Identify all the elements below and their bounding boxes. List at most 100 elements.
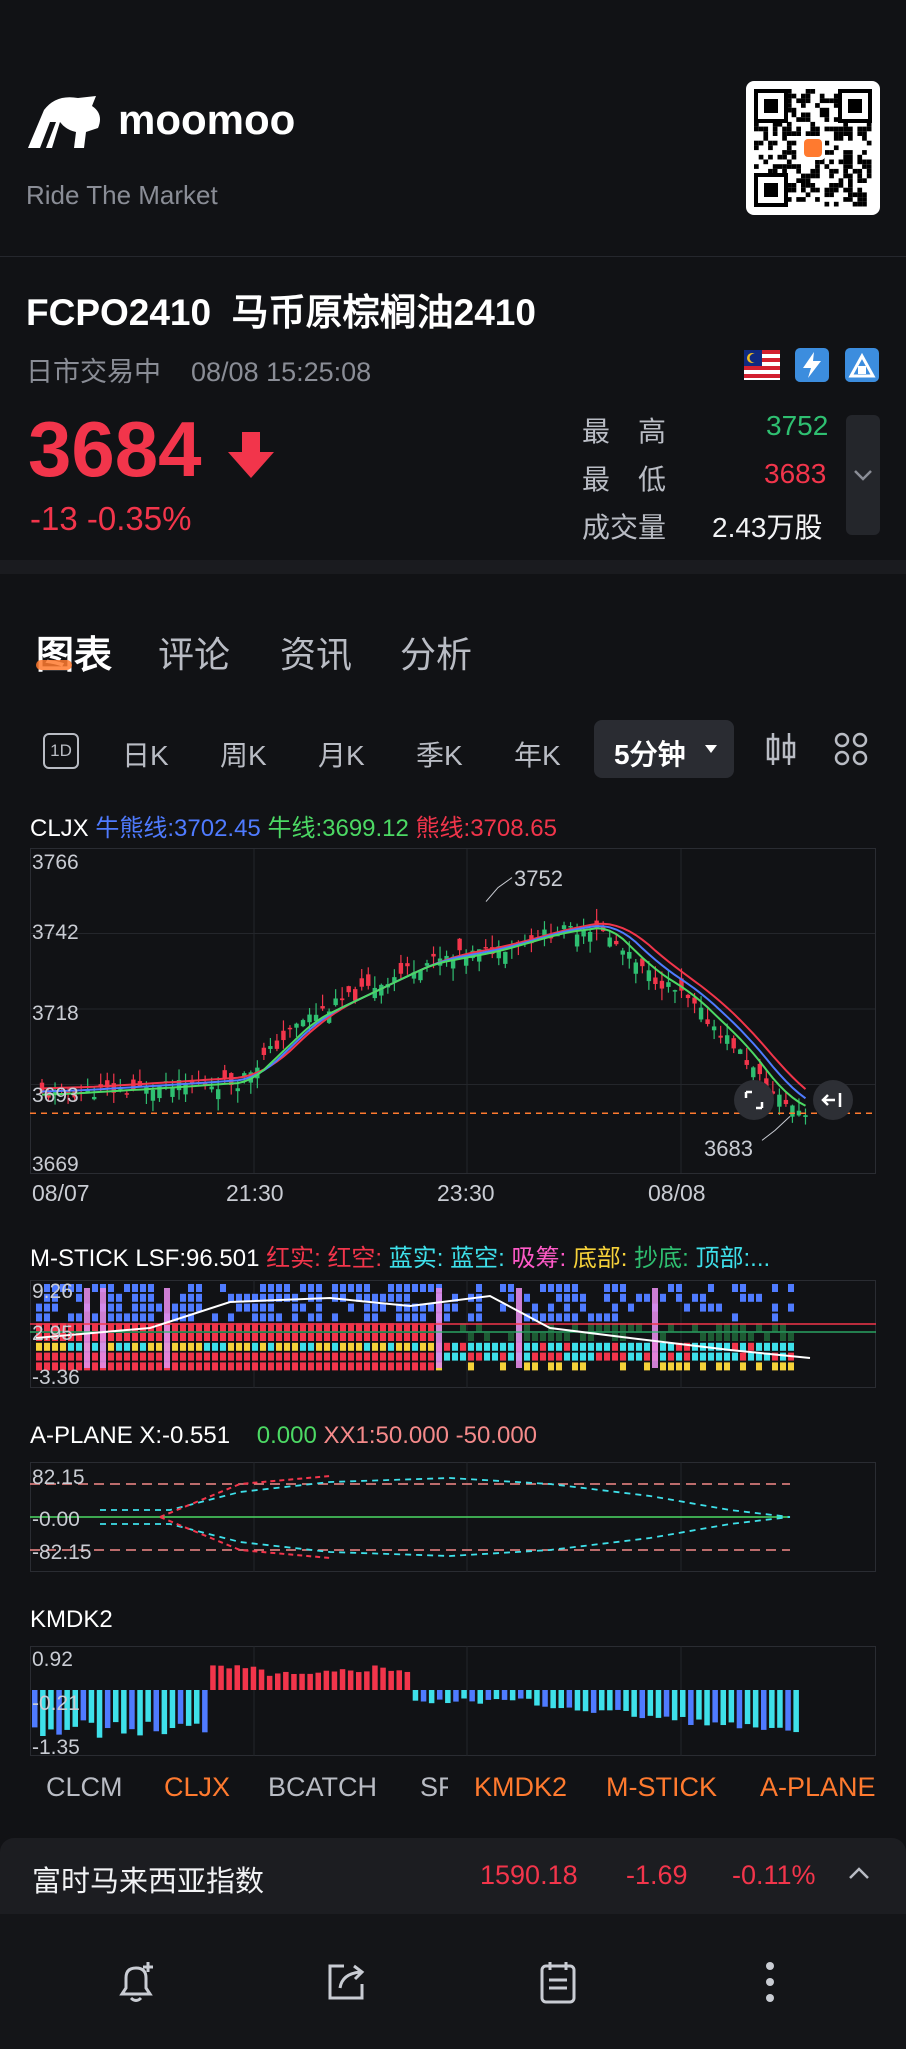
mstick-cell [140, 1284, 146, 1292]
kmdk-bar [380, 1667, 386, 1690]
qr-module [848, 173, 853, 179]
qr-module [791, 183, 797, 188]
mstick-label-top: 顶部:... [695, 1245, 771, 1272]
mstick-cell [348, 1284, 354, 1292]
price-alert-icon[interactable] [112, 1958, 160, 2006]
mstick-cell [620, 1293, 626, 1302]
indicator-clcm[interactable]: CLCM [46, 1772, 123, 1803]
qr-module [786, 131, 792, 136]
kmdk-bar [720, 1690, 726, 1726]
qr-module [819, 159, 825, 165]
kmdk-bar [550, 1690, 556, 1709]
qr-code[interactable] [746, 81, 880, 215]
mstick-cell [668, 1362, 674, 1371]
tab-analysis[interactable]: 分析 [400, 626, 472, 678]
mstick-cell [244, 1362, 250, 1371]
mstick-cell [252, 1333, 258, 1341]
cljx-legend-bear: 熊线:3708.65 [415, 815, 557, 842]
last-price: 3684 [28, 405, 202, 493]
expand-quote-button[interactable] [846, 415, 880, 535]
qr-module [810, 89, 816, 94]
mstick-cell [260, 1352, 266, 1361]
qr-module [843, 131, 848, 136]
kmdk-bar [356, 1672, 362, 1690]
period-dropdown[interactable]: 5分钟 [594, 720, 734, 778]
mstick-y-bottom: -3.36 [32, 1366, 80, 1389]
mstick-cell [148, 1333, 154, 1341]
aplane-chart[interactable] [30, 1462, 876, 1572]
bottom-toolbar [0, 1914, 906, 2049]
back-to-latest-button[interactable] [813, 1080, 853, 1120]
mstick-cell [572, 1362, 578, 1371]
more-options-icon[interactable] [752, 1958, 788, 2006]
mstick-cell [196, 1362, 202, 1371]
level2-icon[interactable] [845, 348, 879, 382]
mstick-cell [356, 1362, 362, 1371]
indicator-kmdk2[interactable]: KMDK2 [474, 1772, 567, 1803]
candle-body [307, 1014, 312, 1023]
mstick-chart[interactable] [30, 1280, 876, 1388]
tab-comments[interactable]: 评论 [158, 626, 230, 678]
candle-body [150, 1089, 156, 1101]
candle-body [705, 1019, 710, 1025]
qr-module [791, 107, 797, 113]
mstick-cell [156, 1342, 162, 1351]
mstick-cell [508, 1342, 514, 1351]
crosshair-icon[interactable] [734, 1080, 774, 1120]
qr-module [763, 136, 769, 141]
mstick-cell [508, 1293, 514, 1302]
indicator-mstick[interactable]: M-STICK [606, 1772, 717, 1803]
mstick-cell [252, 1342, 258, 1351]
indicator-bcatch[interactable]: BCATCH [268, 1772, 377, 1803]
kmdk-bar [113, 1690, 119, 1723]
mstick-cell [484, 1333, 490, 1341]
mstick-cell [300, 1362, 306, 1371]
qr-module [763, 131, 769, 136]
mstick-cell [628, 1352, 634, 1361]
main-chart[interactable] [30, 848, 876, 1174]
period-week-k[interactable]: 周K [220, 734, 267, 774]
period-season-k[interactable]: 季K [416, 734, 463, 774]
share-icon[interactable] [322, 1958, 370, 2006]
candle-type-icon[interactable] [764, 731, 798, 767]
x-tick-0808: 08/08 [648, 1180, 706, 1206]
mstick-cell [732, 1352, 738, 1361]
mstick-cell [556, 1342, 562, 1351]
kmdk-bar [88, 1690, 95, 1723]
kmdk-chart[interactable] [30, 1646, 876, 1756]
index-ticker-bar[interactable]: 富时马来西亚指数 1590.18 -1.69 -0.11% [0, 1838, 906, 1914]
candle-body [574, 934, 580, 947]
mstick-cell [140, 1333, 146, 1341]
kmdk-bar [639, 1690, 645, 1719]
qr-module [763, 159, 769, 165]
mstick-cell [588, 1313, 594, 1322]
qr-module [815, 131, 820, 136]
mstick-cell [68, 1352, 74, 1361]
mstick-cell [212, 1313, 218, 1322]
qr-module [815, 159, 820, 165]
period-1d-button[interactable]: 1D [43, 733, 79, 769]
mstick-cell [604, 1293, 610, 1302]
kmdk-bar [242, 1668, 249, 1690]
mstick-cell [580, 1303, 586, 1312]
period-year-k[interactable]: 年K [514, 734, 561, 774]
tab-news[interactable]: 资讯 [280, 626, 352, 678]
indicator-aplane[interactable]: A-PLANE [760, 1772, 876, 1803]
qr-module [801, 93, 806, 99]
mstick-cell [564, 1342, 570, 1351]
tab-chart[interactable]: 图表 [36, 624, 112, 679]
notes-icon[interactable] [534, 1958, 582, 2006]
layout-grid-icon[interactable] [834, 732, 868, 766]
candle-body [353, 989, 358, 1001]
qr-module [829, 98, 834, 104]
indicator-sf[interactable]: SF [420, 1772, 448, 1803]
qr-module [848, 187, 853, 193]
period-day-k[interactable]: 日K [122, 734, 169, 774]
period-month-k[interactable]: 月K [318, 734, 365, 774]
mstick-cell [220, 1342, 226, 1351]
qr-module [843, 154, 848, 160]
aplane-y-mid: -0.00 [32, 1508, 80, 1531]
mstick-cell [556, 1362, 562, 1371]
flash-icon[interactable] [795, 348, 829, 382]
indicator-cljx[interactable]: CLJX [164, 1772, 230, 1803]
